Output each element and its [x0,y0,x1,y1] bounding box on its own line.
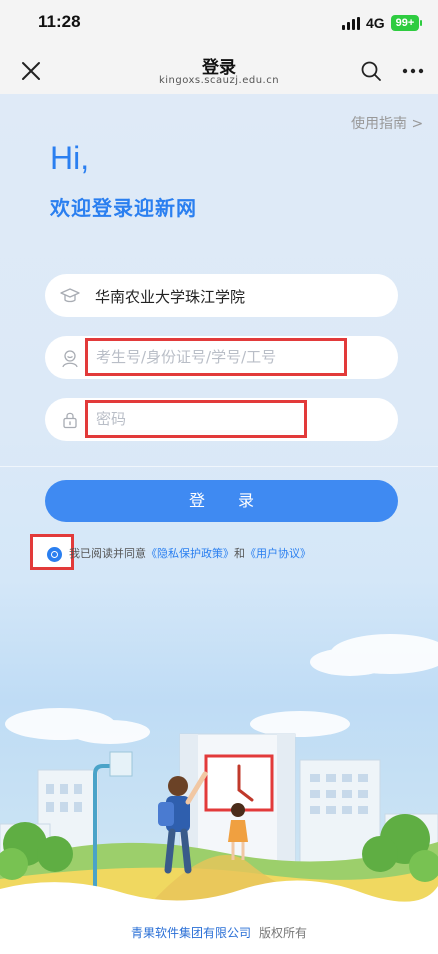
account-field [45,336,398,379]
agreement-text: 我已阅读并同意《隐私保护政策》和《用户协议》 [69,545,311,561]
battery-icon: 99+ [391,15,422,31]
status-bar: 11:28 4G 99+ [0,0,438,46]
signal-icon [342,17,360,30]
password-field [45,398,398,441]
footer: 青果软件集团有限公司 版权所有 [0,904,438,954]
agreement-middle: 和 [234,547,245,560]
privacy-policy-link[interactable]: 《隐私保护政策》 [146,547,234,560]
welcome-heading: 欢迎登录迎新网 [50,196,197,220]
more-icon[interactable] [401,60,425,82]
login-button[interactable]: 登 录 [45,480,398,522]
agreement-prefix: 我已阅读并同意 [69,547,146,560]
guide-link[interactable]: 使用指南 > [351,113,423,133]
search-icon[interactable] [360,60,382,82]
account-input[interactable] [85,338,347,376]
lock-icon [63,412,77,429]
agreement-checkbox[interactable] [30,534,74,570]
campus-illustration [0,634,438,904]
divider [0,466,438,467]
greeting: Hi, [50,140,90,176]
footer-text: 青果软件集团有限公司 版权所有 [0,924,438,941]
school-value: 华南农业大学珠江学院 [95,288,246,306]
agreement-row: 我已阅读并同意《隐私保护政策》和《用户协议》 [30,534,430,570]
nav-bar: 登录 kingoxs.scauzj.edu.cn [0,46,438,94]
password-input[interactable] [85,400,307,438]
copyright-text: 版权所有 [259,926,308,940]
company-link[interactable]: 青果软件集团有限公司 [131,926,251,940]
network-type: 4G [366,15,385,31]
school-field[interactable]: 华南农业大学珠江学院 [45,274,398,317]
graduation-cap-icon [60,288,80,303]
user-icon [62,350,78,368]
status-time: 11:28 [38,12,81,31]
login-page: 使用指南 > Hi, 欢迎登录迎新网 华南农业大学珠江学院 登 录 [0,94,438,904]
radio-checked-icon [47,547,62,562]
user-agreement-link[interactable]: 《用户协议》 [245,547,311,560]
